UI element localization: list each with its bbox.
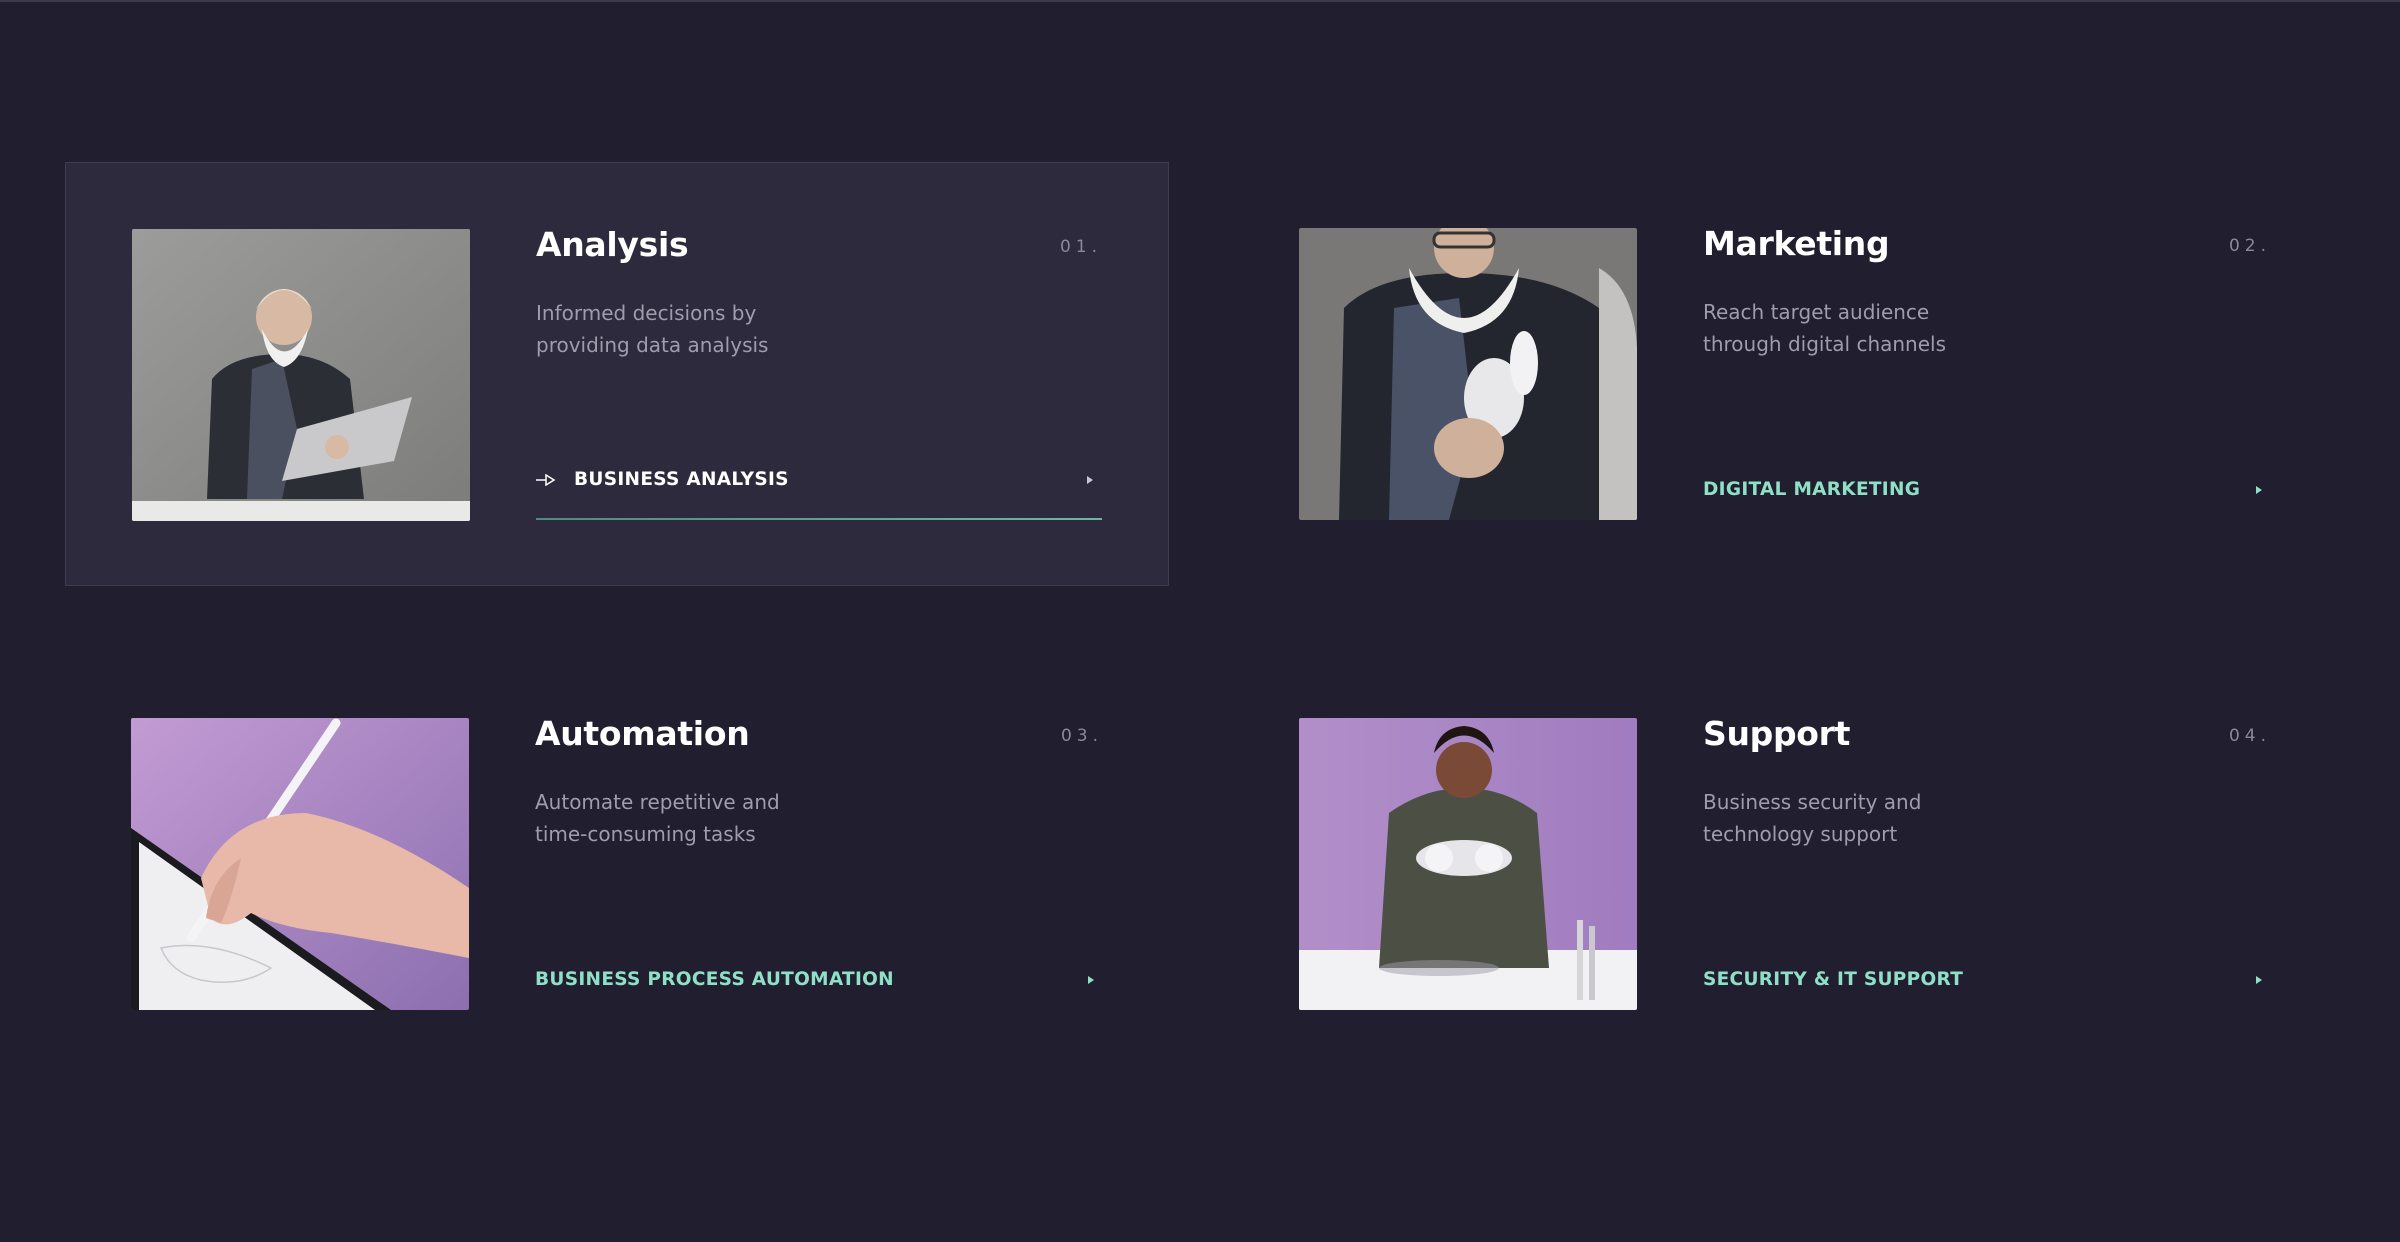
card-description-line: providing data analysis xyxy=(536,333,769,357)
card-description-line: technology support xyxy=(1703,822,1898,846)
card-description-line: Informed decisions by xyxy=(536,301,757,325)
card-description-line: time-consuming tasks xyxy=(535,822,756,846)
card-title: Support xyxy=(1703,714,1851,753)
service-card-support[interactable]: Support 04. Business security and techno… xyxy=(1233,652,2337,1076)
digital-marketing-link[interactable]: DIGITAL MARKETING xyxy=(1703,479,2271,500)
card-description-line: Reach target audience xyxy=(1703,300,1930,324)
arrow-right-icon xyxy=(536,473,556,486)
card-description-line: Automate repetitive and xyxy=(535,790,780,814)
link-underline xyxy=(536,518,1102,520)
woman-with-headphones-photo xyxy=(1299,718,1637,1010)
caret-right-icon xyxy=(2256,975,2262,984)
man-with-tablet-photo xyxy=(132,229,470,521)
card-description-line: Business security and xyxy=(1703,790,1922,814)
card-title: Analysis xyxy=(536,225,689,264)
security-it-support-link[interactable]: SECURITY & IT SUPPORT xyxy=(1703,969,2271,990)
caret-right-icon xyxy=(1088,975,1094,984)
card-number: 04. xyxy=(2228,726,2271,746)
link-label: BUSINESS ANALYSIS xyxy=(574,469,789,490)
service-card-analysis[interactable]: Analysis 01. Informed decisions by provi… xyxy=(65,162,1169,586)
card-description: Reach target audience through digital ch… xyxy=(1703,296,2003,360)
card-description: Informed decisions by providing data ana… xyxy=(536,297,836,361)
services-section: Analysis 01. Informed decisions by provi… xyxy=(0,0,2400,1242)
link-label: DIGITAL MARKETING xyxy=(1703,479,1921,500)
caret-right-icon xyxy=(2256,485,2262,494)
caret-right-icon xyxy=(1087,475,1093,484)
business-analysis-link[interactable]: BUSINESS ANALYSIS xyxy=(536,469,1102,490)
business-process-automation-link[interactable]: BUSINESS PROCESS AUTOMATION xyxy=(535,969,1103,990)
card-title: Automation xyxy=(535,714,750,753)
card-number: 03. xyxy=(1060,726,1103,746)
hand-with-stylus-photo xyxy=(131,718,469,1010)
man-with-headphones-photo xyxy=(1299,228,1637,520)
card-description: Business security and technology support xyxy=(1703,786,2003,850)
card-title: Marketing xyxy=(1703,224,1890,263)
service-card-automation[interactable]: Automation 03. Automate repetitive and t… xyxy=(65,652,1169,1076)
link-label: SECURITY & IT SUPPORT xyxy=(1703,969,1964,990)
card-number: 02. xyxy=(2228,236,2271,256)
link-label: BUSINESS PROCESS AUTOMATION xyxy=(535,969,894,990)
service-card-marketing[interactable]: Marketing 02. Reach target audience thro… xyxy=(1233,162,2337,586)
card-description-line: through digital channels xyxy=(1703,332,1947,356)
card-number: 01. xyxy=(1059,237,1102,257)
card-description: Automate repetitive and time-consuming t… xyxy=(535,786,835,850)
